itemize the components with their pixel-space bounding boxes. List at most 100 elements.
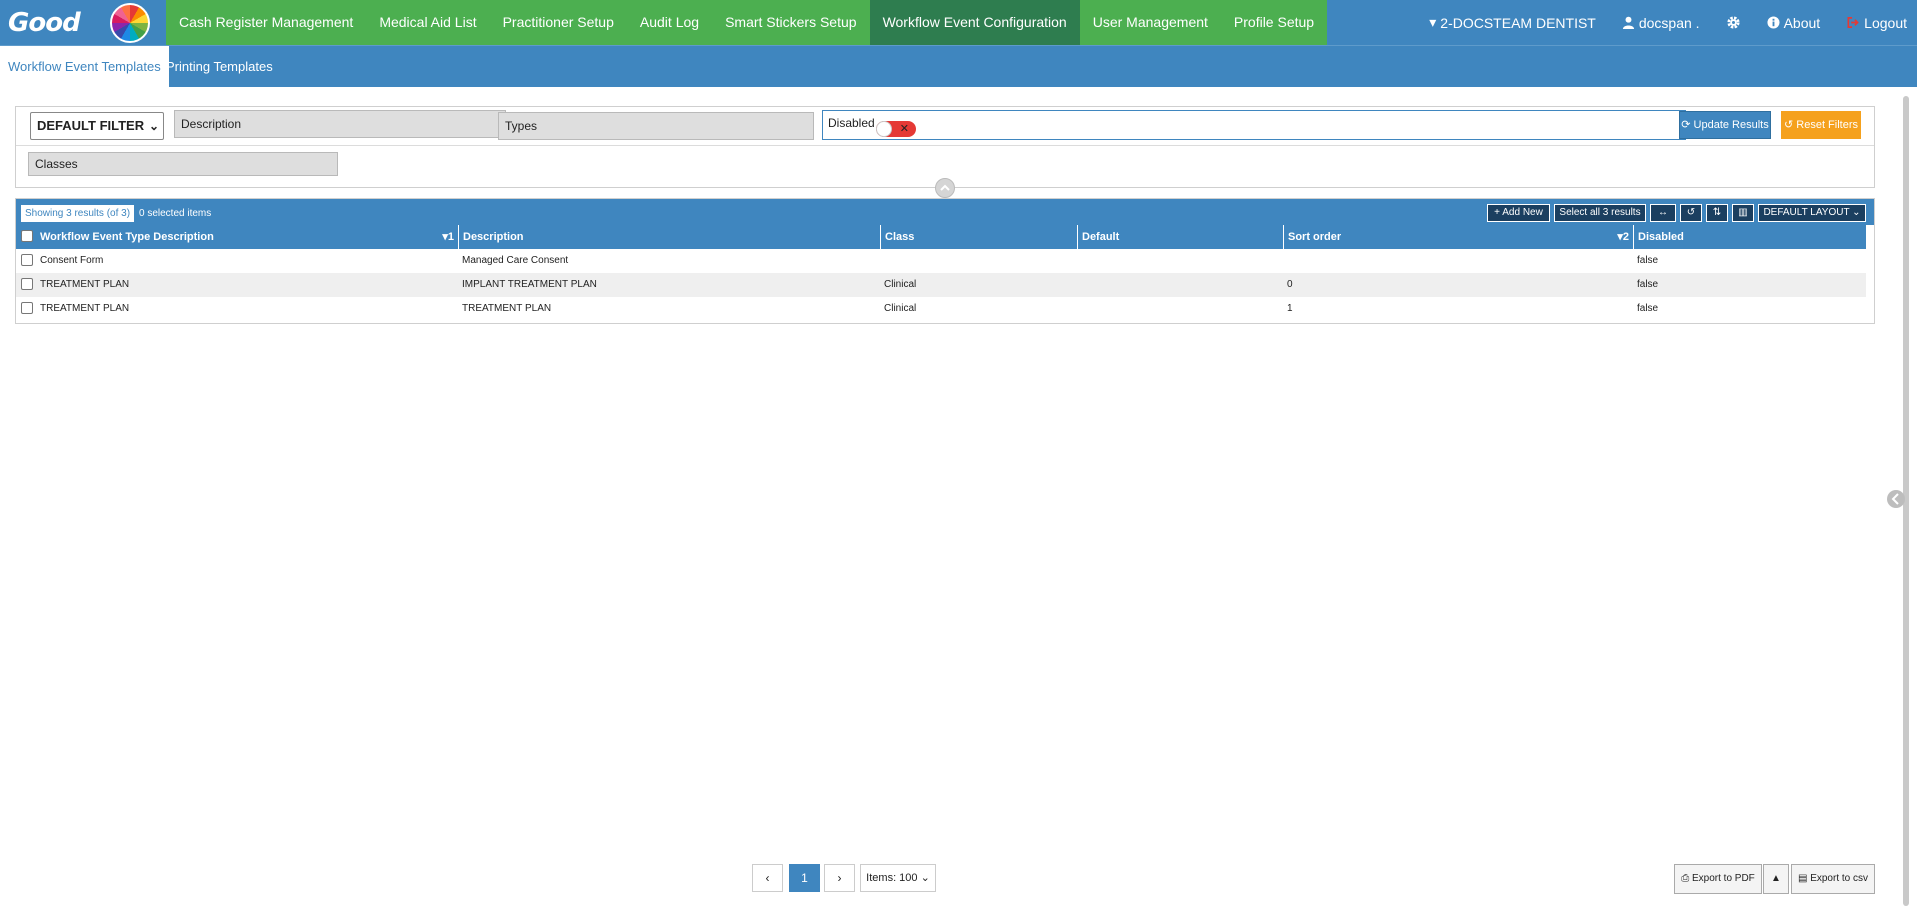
goodx-logo[interactable]: Good bbox=[0, 0, 160, 45]
add-new-label: Add New bbox=[1502, 207, 1543, 218]
filter-preset-select[interactable]: DEFAULT FILTER ⌄ bbox=[30, 112, 164, 140]
prev-page-button[interactable]: ‹ bbox=[752, 864, 783, 892]
results-count: Showing 3 results (of 3) bbox=[21, 205, 135, 222]
cell-default bbox=[1077, 249, 1081, 273]
cell-default bbox=[1077, 297, 1081, 321]
cell-sort-order bbox=[1283, 249, 1287, 273]
select-all-checkbox[interactable] bbox=[21, 230, 33, 242]
nav-workflow-event-config[interactable]: Workflow Event Configuration bbox=[869, 0, 1080, 45]
row-checkbox[interactable] bbox=[21, 278, 33, 290]
col-header-disabled[interactable]: Disabled bbox=[1633, 225, 1866, 249]
row-checkbox[interactable] bbox=[21, 302, 33, 314]
nav-profile-setup[interactable]: Profile Setup bbox=[1221, 0, 1327, 45]
nav-user-management[interactable]: User Management bbox=[1080, 0, 1221, 45]
caret-down-icon: ▾ bbox=[1429, 14, 1437, 30]
tab-printing-templates[interactable]: Printing Templates bbox=[158, 46, 281, 87]
toggle-off-icon: ✕ bbox=[899, 123, 909, 135]
nav-audit-log[interactable]: Audit Log bbox=[627, 0, 712, 45]
results-grid: Showing 3 results (of 3) 0 selected item… bbox=[15, 198, 1875, 324]
sort-button[interactable]: ⇅ bbox=[1706, 204, 1728, 222]
add-new-button[interactable]: + Add New bbox=[1487, 204, 1550, 222]
col-type-description-label: Workflow Event Type Description bbox=[40, 231, 214, 243]
cell-type-description: TREATMENT PLAN bbox=[40, 279, 130, 290]
cell-class: Clinical bbox=[884, 279, 917, 290]
col-header-description[interactable]: Description bbox=[458, 225, 880, 249]
cell-type-description: Consent Form bbox=[40, 255, 104, 266]
cell-class: Clinical bbox=[884, 303, 917, 314]
reset-layout-button[interactable]: ↺ bbox=[1680, 204, 1702, 222]
sub-nav: Workflow Event Templates Printing Templa… bbox=[0, 45, 1917, 87]
cell-sort-order: 1 bbox=[1287, 303, 1293, 314]
cell-description: Managed Care Consent bbox=[462, 255, 569, 266]
logout-label: Logout bbox=[1864, 14, 1907, 31]
columns-button[interactable]: ▥ bbox=[1732, 204, 1754, 222]
next-page-button[interactable]: › bbox=[824, 864, 855, 892]
practice-dropdown[interactable]: ▾ 2-DOCSTEAM DENTIST bbox=[1429, 14, 1596, 31]
logout-link[interactable]: Logout bbox=[1846, 15, 1907, 31]
export-pdf-label: Export to PDF bbox=[1691, 873, 1755, 884]
reset-filters-button[interactable]: ↺ Reset Filters bbox=[1781, 111, 1861, 139]
classes-filter-label: Classes bbox=[35, 157, 78, 171]
update-results-label: Update Results bbox=[1693, 119, 1769, 131]
arrows-horizontal-icon: ↔ bbox=[1658, 207, 1668, 218]
cell-type-description: TREATMENT PLAN bbox=[40, 303, 130, 314]
types-filter[interactable]: Types bbox=[498, 112, 814, 140]
col-header-sort-order[interactable]: Sort order ▾2 bbox=[1283, 225, 1633, 249]
disabled-filter: Disabled ✕ bbox=[822, 110, 1686, 140]
nav-smart-stickers[interactable]: Smart Stickers Setup bbox=[712, 0, 870, 45]
cell-class bbox=[880, 249, 884, 273]
about-link[interactable]: About bbox=[1767, 15, 1820, 31]
logo-wheel-icon bbox=[110, 3, 150, 43]
chevron-right-icon: › bbox=[837, 871, 842, 885]
gear-icon bbox=[1726, 16, 1740, 29]
page-1-button[interactable]: 1 bbox=[789, 864, 820, 892]
nav-medical-aid-list[interactable]: Medical Aid List bbox=[366, 0, 489, 45]
chevron-down-icon: ⌄ bbox=[148, 119, 159, 133]
classes-filter[interactable]: Classes bbox=[28, 152, 338, 176]
undo-icon: ↺ bbox=[1686, 207, 1696, 218]
settings-button[interactable] bbox=[1726, 15, 1741, 30]
col-header-class[interactable]: Class bbox=[880, 225, 1077, 249]
col-header-type-description[interactable]: Workflow Event Type Description ▾1 bbox=[36, 225, 458, 249]
tab-workflow-event-templates[interactable]: Workflow Event Templates bbox=[0, 46, 169, 87]
description-filter[interactable]: Description bbox=[174, 110, 506, 138]
layout-label: DEFAULT LAYOUT bbox=[1763, 207, 1850, 218]
chevron-down-icon: ⌄ bbox=[920, 872, 930, 884]
disabled-toggle[interactable]: ✕ bbox=[876, 121, 916, 137]
table-row[interactable]: TREATMENT PLAN IMPLANT TREATMENT PLAN Cl… bbox=[16, 273, 1866, 297]
items-per-page-select[interactable]: Items: 100 ⌄ bbox=[860, 864, 936, 892]
nav-cash-register[interactable]: Cash Register Management bbox=[166, 0, 366, 45]
cell-default bbox=[1077, 273, 1081, 297]
chevron-up-icon bbox=[940, 184, 950, 191]
side-panel-toggle[interactable] bbox=[1887, 490, 1905, 508]
logout-icon bbox=[1847, 17, 1859, 28]
table-row[interactable]: Consent Form Managed Care Consent false bbox=[16, 249, 1866, 273]
chevron-down-icon: ⌄ bbox=[1852, 207, 1861, 218]
disabled-filter-label: Disabled bbox=[828, 116, 875, 130]
file-csv-icon: ▤ bbox=[1797, 873, 1808, 884]
filter-panel: DEFAULT FILTER ⌄ Description Types Disab… bbox=[15, 106, 1875, 188]
update-results-button[interactable]: ⟳ Update Results bbox=[1679, 111, 1771, 139]
sort-indicator-1: ▾1 bbox=[442, 231, 454, 243]
row-checkbox[interactable] bbox=[21, 254, 33, 266]
cell-disabled: false bbox=[1637, 255, 1659, 266]
user-menu[interactable]: docspan . bbox=[1622, 15, 1700, 31]
user-name: docspan . bbox=[1638, 14, 1700, 31]
autofit-columns-button[interactable]: ↔ bbox=[1650, 204, 1676, 222]
sort-icon: ⇅ bbox=[1712, 207, 1722, 218]
logo-text: Good bbox=[8, 8, 81, 38]
export-pdf-button[interactable]: ⎙ Export to PDF bbox=[1674, 864, 1762, 894]
col-header-default[interactable]: Default bbox=[1077, 225, 1283, 249]
items-per-page-value: Items: 100 bbox=[866, 872, 918, 884]
export-csv-button[interactable]: ▤ Export to csv bbox=[1791, 864, 1875, 894]
nav-practitioner-setup[interactable]: Practitioner Setup bbox=[490, 0, 627, 45]
collapse-filters-button[interactable] bbox=[935, 178, 955, 198]
sort-indicator-2: ▾2 bbox=[1617, 231, 1629, 243]
cell-description: TREATMENT PLAN bbox=[462, 303, 552, 314]
select-all-button[interactable]: Select all 3 results bbox=[1554, 204, 1646, 222]
export-options-button[interactable]: ▲ bbox=[1763, 864, 1789, 894]
columns-icon: ▥ bbox=[1738, 207, 1748, 218]
refresh-icon: ⟳ bbox=[1681, 119, 1691, 131]
table-row[interactable]: TREATMENT PLAN TREATMENT PLAN Clinical 1… bbox=[16, 297, 1866, 321]
layout-dropdown[interactable]: DEFAULT LAYOUT ⌄ bbox=[1758, 204, 1866, 222]
